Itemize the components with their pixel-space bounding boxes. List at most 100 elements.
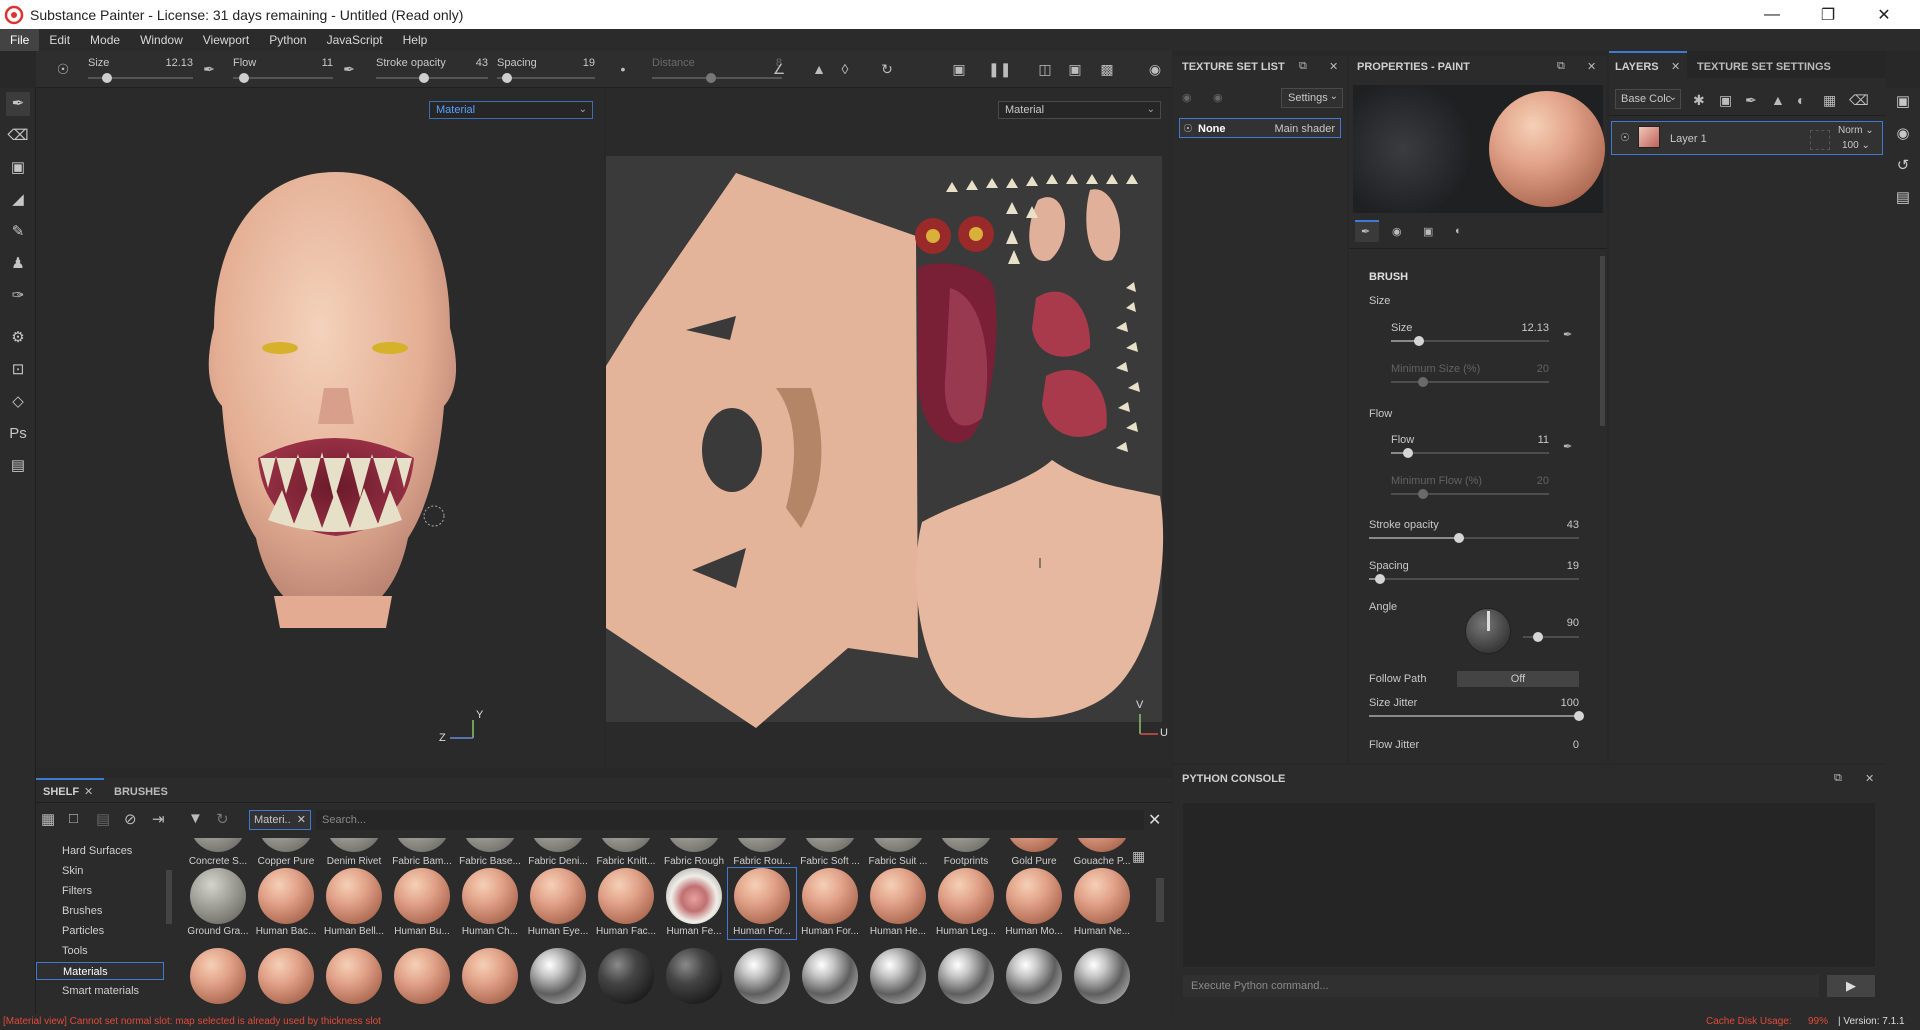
material-item[interactable]: Human For... xyxy=(796,868,864,939)
category-tools[interactable]: Tools xyxy=(36,942,164,960)
texture-set-item[interactable]: ☉ None Main shader xyxy=(1179,118,1341,138)
properties-scrollbar[interactable] xyxy=(1600,256,1605,426)
toolbar-size-slider[interactable]: Size 12.13 xyxy=(88,55,193,85)
toolbar-distance-slider[interactable]: Distance 8 xyxy=(652,55,782,85)
min-flow-slider[interactable]: Minimum Flow (%) 20 xyxy=(1391,475,1549,507)
material-icon[interactable]: ◐ xyxy=(1455,225,1462,237)
material-item[interactable]: Human Bac... xyxy=(252,868,320,939)
material-label[interactable]: Fabric Deni... xyxy=(524,856,592,867)
angle-knob[interactable] xyxy=(1533,632,1543,642)
flow-pressure-icon[interactable]: ✒ xyxy=(1563,440,1572,453)
shelf-scrollbar[interactable] xyxy=(1156,878,1164,922)
run-command-button[interactable]: ▶ xyxy=(1827,975,1875,997)
material-thumbnail[interactable] xyxy=(938,838,994,852)
brush-size-knob[interactable] xyxy=(1414,336,1425,346)
menu-mode[interactable]: Mode xyxy=(80,29,130,51)
menu-file[interactable]: File xyxy=(0,29,40,51)
min-size-knob[interactable] xyxy=(1417,377,1428,387)
bake-icon[interactable]: ⚙ xyxy=(6,326,30,350)
material-label[interactable]: Footprints xyxy=(932,856,1000,867)
material-label[interactable]: Fabric Suit ... xyxy=(864,856,932,867)
pause-icon[interactable]: ❚❚ xyxy=(988,60,1011,78)
alpha-icon[interactable]: ◉ xyxy=(1392,225,1402,238)
filter-tag[interactable]: Materi.. ✕ xyxy=(249,810,311,830)
material-label[interactable]: Fabric Base... xyxy=(456,856,524,867)
material-thumbnail[interactable] xyxy=(734,838,790,852)
display-cube-icon[interactable]: ▣ xyxy=(1066,60,1084,78)
material-thumbnail[interactable] xyxy=(666,838,722,852)
menu-help[interactable]: Help xyxy=(393,29,438,51)
symmetry-icon[interactable]: ▲ xyxy=(810,60,828,78)
stencil-icon[interactable]: ▣ xyxy=(1423,225,1433,238)
grid-view-icon[interactable]: ▦ xyxy=(1132,848,1145,865)
follow-path-toggle[interactable]: Off xyxy=(1457,671,1579,687)
material-thumbnail[interactable] xyxy=(938,948,994,1004)
tab-shelf[interactable]: SHELF ✕ xyxy=(36,778,104,800)
material-thumbnail[interactable] xyxy=(666,948,722,1004)
export-icon[interactable]: ⊡ xyxy=(6,358,30,382)
close-icon[interactable]: ✕ xyxy=(84,785,93,798)
category-hard-surfaces[interactable]: Hard Surfaces xyxy=(36,842,164,860)
view-mode-icon[interactable]: ◫ xyxy=(1036,60,1054,78)
brush-flow-knob[interactable] xyxy=(1403,448,1414,458)
material-label[interactable]: Copper Pure xyxy=(252,856,320,867)
flow-pressure-icon[interactable]: ✒ xyxy=(340,60,358,78)
tab-brushes[interactable]: BRUSHES xyxy=(114,786,168,798)
material-thumbnail[interactable] xyxy=(258,838,314,852)
material-item[interactable]: Human For... xyxy=(727,867,797,940)
material-label[interactable]: Fabric Knitt... xyxy=(592,856,660,867)
smudge-icon[interactable]: ✎ xyxy=(6,220,30,244)
undock-icon[interactable]: ⧉ xyxy=(1834,772,1842,785)
clone-stamp-icon[interactable]: ♟ xyxy=(6,252,30,276)
material-thumbnail[interactable] xyxy=(190,948,246,1004)
close-window-button[interactable]: ✕ xyxy=(1856,0,1912,29)
document-icon[interactable]: ▤ xyxy=(6,454,30,478)
size-jitter-knob[interactable] xyxy=(1574,711,1584,721)
spacing-knob[interactable] xyxy=(1374,574,1385,584)
projection-icon[interactable]: ▣ xyxy=(6,156,30,180)
shelf-search-input[interactable]: Search... xyxy=(316,810,1144,830)
close-icon[interactable]: ✕ xyxy=(1329,60,1338,73)
photoshop-icon[interactable]: Ps xyxy=(6,422,30,446)
visibility-icon[interactable]: ◉ xyxy=(1213,91,1223,104)
material-thumbnail[interactable] xyxy=(734,948,790,1004)
material-thumbnail[interactable] xyxy=(190,838,246,852)
viewport-2d[interactable]: Material ⌄ V U xyxy=(606,88,1172,768)
save-icon[interactable]: ▤ xyxy=(96,810,110,828)
material-item[interactable]: Human Fe... xyxy=(660,868,728,939)
material-thumbnail[interactable] xyxy=(394,948,450,1004)
hide-icon[interactable]: ⊘ xyxy=(124,810,137,828)
material-thumbnail[interactable] xyxy=(1006,948,1062,1004)
screenshot-icon[interactable]: ◉ xyxy=(1146,60,1164,78)
delete-layer-icon[interactable]: ⌫ xyxy=(1849,92,1869,109)
camera-icon[interactable]: ▩ xyxy=(1098,60,1116,78)
hide-overlay-icon[interactable]: ▣ xyxy=(950,60,968,78)
blend-mode-dropdown[interactable]: Norm ⌄ xyxy=(1838,125,1874,136)
import-icon[interactable]: ⇥ xyxy=(152,810,165,828)
undock-icon[interactable]: ⧉ xyxy=(1299,60,1307,73)
menu-viewport[interactable]: Viewport xyxy=(193,29,259,51)
category-brushes[interactable]: Brushes xyxy=(36,902,164,920)
menu-javascript[interactable]: JavaScript xyxy=(317,29,393,51)
material-thumbnail[interactable] xyxy=(802,838,858,852)
material-label[interactable]: Gouache P... xyxy=(1068,856,1134,867)
layer-opacity[interactable]: 100 ⌄ xyxy=(1842,140,1870,151)
stroke-opacity-slider[interactable]: Stroke opacity 43 xyxy=(1369,519,1579,551)
material-item[interactable]: Human Bu... xyxy=(388,868,456,939)
material-label[interactable]: Gold Pure xyxy=(1000,856,1068,867)
material-thumbnail[interactable] xyxy=(530,838,586,852)
toolbar-stroke-opacity-slider[interactable]: Stroke opacity 43 xyxy=(376,55,488,85)
size-jitter-slider[interactable]: Size Jitter 100 xyxy=(1369,697,1584,729)
history-icon[interactable]: ↺ xyxy=(1891,154,1915,178)
material-item[interactable]: Human Ne... xyxy=(1068,868,1134,939)
toolbar-flow-slider[interactable]: Flow 11 xyxy=(233,55,333,85)
brush-preset-icon[interactable]: ☉ xyxy=(54,60,72,78)
shelf-dock-icon[interactable]: ▣ xyxy=(1891,90,1915,114)
undock-icon[interactable]: ⧉ xyxy=(1557,60,1565,73)
color-picker-icon[interactable]: ✑ xyxy=(6,284,30,308)
material-item[interactable]: Human Ch... xyxy=(456,868,524,939)
material-item[interactable]: Human Mo... xyxy=(1000,868,1068,939)
material-thumbnail[interactable] xyxy=(1006,838,1062,852)
add-folder-icon[interactable]: ▦ xyxy=(1823,92,1836,109)
spacing-slider[interactable]: Spacing 19 xyxy=(1369,560,1579,592)
